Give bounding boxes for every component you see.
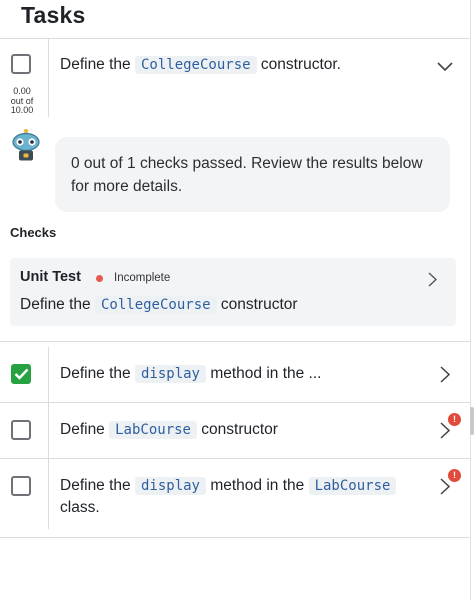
scrollbar-thumb[interactable]	[470, 407, 474, 435]
scrollbar-track[interactable]	[470, 0, 471, 600]
robot-avatar-icon	[12, 129, 40, 161]
unit-test-text-before: Define the	[20, 296, 91, 313]
task-2-label[interactable]: Define the display method in the ...	[60, 363, 321, 385]
task-2-divider	[48, 347, 49, 402]
task-4-divider	[48, 459, 49, 529]
task-1-score: 0.00 out of 10.00	[6, 86, 38, 116]
unit-test-status: Incomplete	[114, 272, 171, 284]
feedback-bubble: 0 out of 1 checks passed. Review the res…	[55, 137, 450, 212]
status-dot-icon	[96, 275, 103, 282]
alert-badge-icon: !	[448, 413, 461, 426]
unit-test-title: Unit Test	[20, 269, 81, 285]
unit-test-code: CollegeCourse	[94, 296, 217, 314]
task-3-text-after: constructor	[201, 421, 278, 438]
task-4-code: display	[134, 477, 206, 495]
task-1-checkbox[interactable]	[11, 54, 31, 74]
task-2-text-before: Define the	[60, 365, 131, 382]
task-2-text-after: method in the ...	[210, 365, 322, 382]
unit-test-description: Define the CollegeCourse constructor	[20, 294, 298, 316]
task-4-text-after: class.	[60, 499, 100, 516]
task-3-text-before: Define	[60, 421, 105, 438]
unit-test-text-after: constructor	[220, 296, 298, 313]
chevron-right-icon[interactable]	[440, 366, 450, 383]
task-1-text-before: Define the	[60, 56, 131, 73]
task-1-label[interactable]: Define the CollegeCourse constructor.	[60, 54, 341, 76]
alert-badge-icon: !	[448, 469, 461, 482]
task-1-code: CollegeCourse	[134, 56, 257, 74]
chevron-down-icon[interactable]	[437, 62, 453, 72]
task-2-code: display	[134, 365, 206, 383]
task-3-code: LabCourse	[109, 421, 197, 439]
task-3-divider	[48, 403, 49, 458]
task-3-label[interactable]: Define LabCourse constructor	[60, 419, 278, 441]
task-item-4[interactable]: Define the display method in the LabCour…	[0, 459, 470, 538]
chevron-right-icon[interactable]	[428, 272, 437, 287]
task-4-text-middle: method in the	[210, 477, 305, 494]
task-item-3[interactable]: Define LabCourse constructor !	[0, 403, 470, 459]
checks-heading: Checks	[10, 225, 57, 240]
chevron-right-icon[interactable]	[440, 422, 450, 439]
task-4-checkbox[interactable]	[11, 476, 31, 496]
panel-title: Tasks	[21, 2, 86, 28]
task-2-checkbox[interactable]	[11, 364, 31, 384]
panel-header: Tasks	[0, 0, 470, 39]
feedback-line-2: for more details.	[71, 178, 183, 195]
tasks-panel: Tasks 0.00 out of 10.00 Define the Colle…	[0, 0, 476, 600]
score-max: 10.00	[10, 105, 34, 115]
task-item-2[interactable]: Define the display method in the ...	[0, 347, 470, 403]
task-1-divider	[48, 39, 49, 117]
feedback-line-1: 0 out of 1 checks passed. Review the res…	[71, 155, 423, 172]
checkmark-icon	[14, 368, 29, 380]
task-4-label[interactable]: Define the display method in the LabCour…	[60, 475, 430, 519]
unit-test-card[interactable]: Unit Test Incomplete Define the CollegeC…	[10, 258, 456, 326]
feedback-text: 0 out of 1 checks passed. Review the res…	[71, 152, 443, 198]
task-4-text-before: Define the	[60, 477, 131, 494]
task-4-code-2: LabCourse	[308, 477, 397, 495]
chevron-right-icon[interactable]	[440, 478, 450, 495]
task-3-checkbox[interactable]	[11, 420, 31, 440]
task-1-text-after: constructor.	[260, 56, 341, 73]
